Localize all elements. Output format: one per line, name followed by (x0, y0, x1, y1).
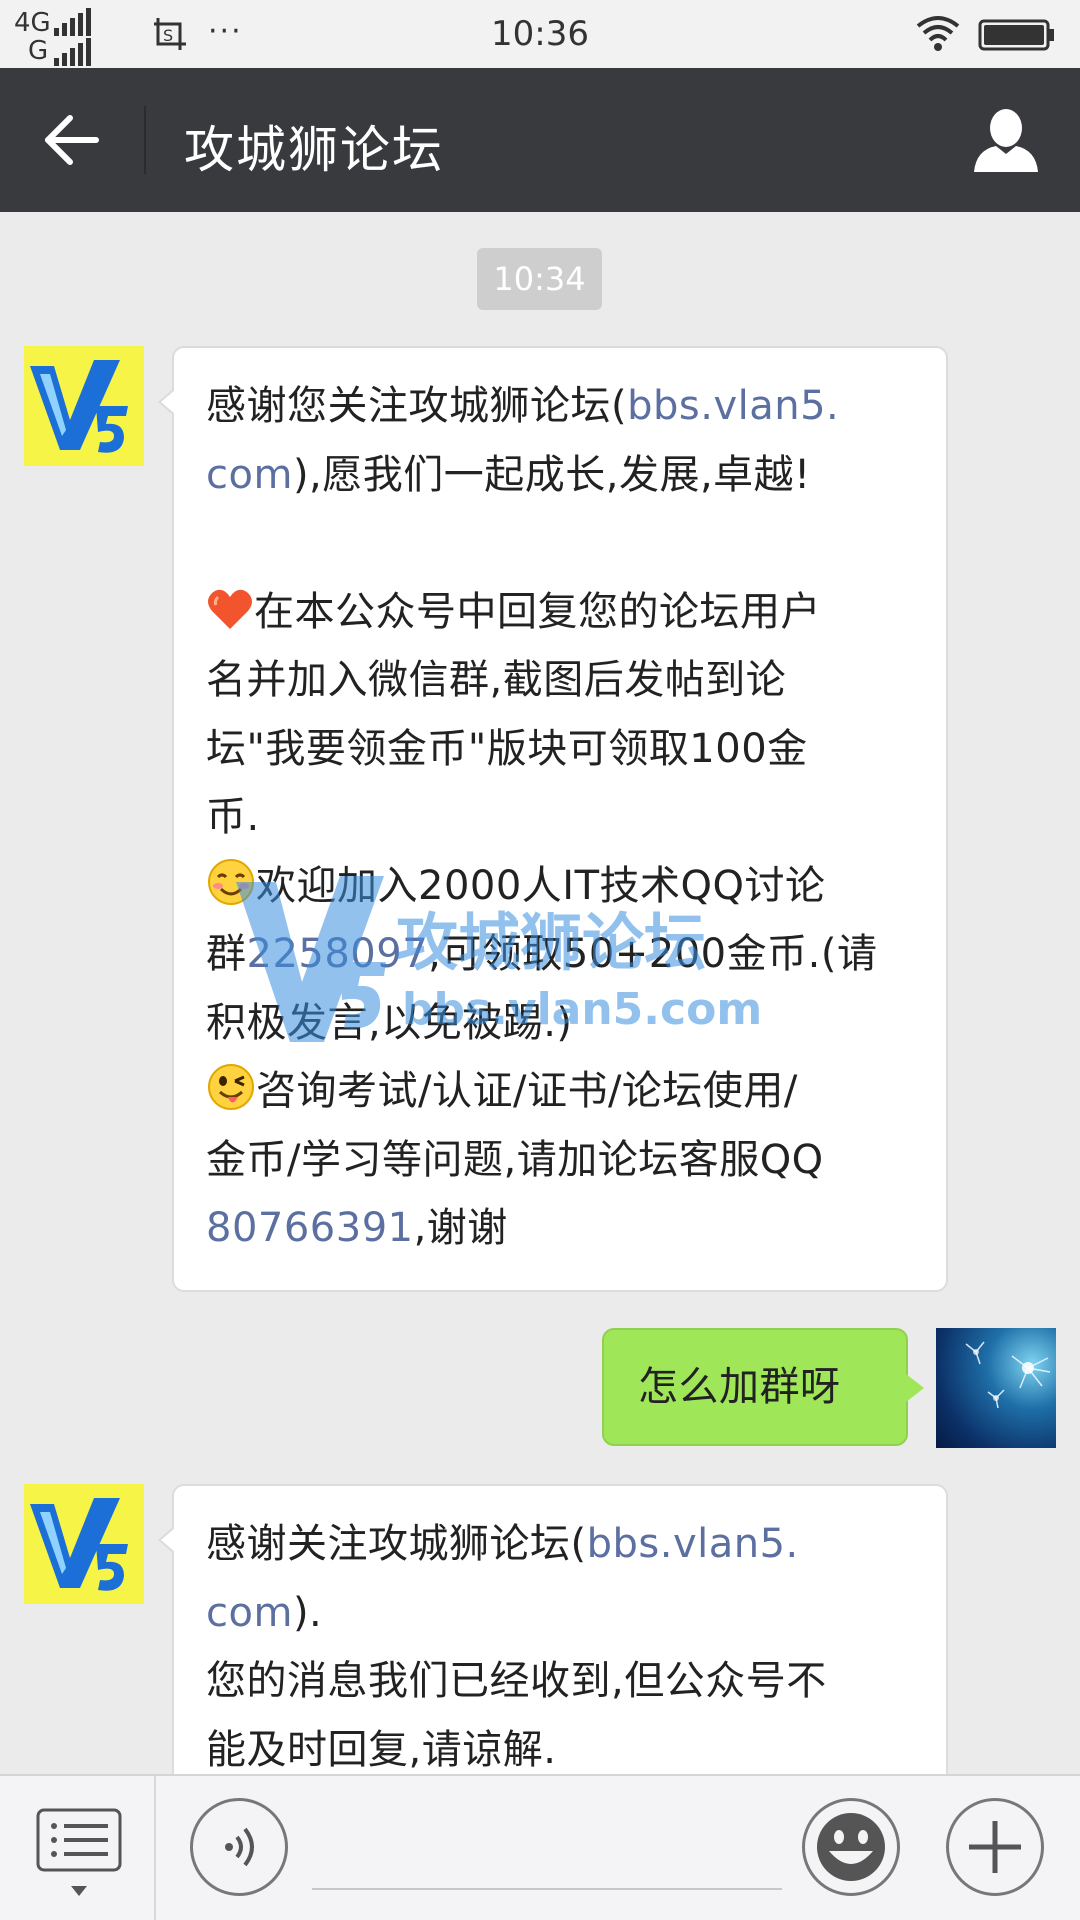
message-line: 欢迎加入2000人IT技术QQ讨论 (206, 852, 916, 921)
dandelion-avatar-icon (965, 1341, 1051, 1409)
message-text: 群 (206, 931, 247, 977)
message-line: 在本公众号中回复您的论坛用户 (206, 578, 916, 647)
message-line: 币. (206, 783, 916, 852)
person-icon (974, 109, 1038, 172)
winking-tongue-emoji-icon (208, 1064, 254, 1110)
wifi-icon (916, 16, 960, 51)
message-bubble-1[interactable]: 感谢您关注攻城狮论坛(bbs.vlan5. com),愿我们一起成长,发展,卓越… (158, 346, 948, 1292)
message-text: 名并加入微信群,截图后发帖到论 (206, 657, 787, 703)
forum-link[interactable]: bbs.vlan5. (587, 1521, 799, 1567)
message-text: ),愿我们一起成长,发展,卓越! (292, 451, 811, 498)
message-text: 积极发言,以免被踢.) (206, 999, 573, 1046)
message-line: 80766391,谢谢 (206, 1194, 916, 1263)
forum-link-continued[interactable]: com (206, 1590, 293, 1636)
message-line: 能及时回复,请谅解. (206, 1716, 916, 1775)
my-avatar[interactable] (936, 1328, 1056, 1448)
official-account-avatar[interactable] (24, 346, 144, 466)
message-line: 坛"我要领金币"版块可领取100金 (206, 715, 916, 784)
message-line: 您的消息我们已经收到,但公众号不 (206, 1647, 916, 1716)
forum-link[interactable]: bbs.vlan5. (627, 383, 839, 429)
heart-emoji-icon (208, 589, 252, 629)
app-header: 攻城狮论坛 (0, 68, 1080, 212)
page-title: 攻城狮论坛 (184, 121, 444, 179)
message-text: 您的消息我们已经收到,但公众号不 (206, 1658, 827, 1704)
qq-group-number-link[interactable]: 2258097 (247, 931, 429, 977)
message-text: 咨询考试/认证/证书/论坛使用/ (256, 1068, 798, 1114)
message-text: 感谢您关注攻城狮论坛( (206, 383, 628, 429)
message-line: 群2258097,可领取50+200金币.(请 (206, 920, 916, 989)
message-bubble-outgoing[interactable]: 怎么加群呀 (602, 1328, 924, 1446)
forum-link-continued[interactable]: com (206, 452, 293, 498)
message-line: 金币/学习等问题,请加论坛客服QQ (206, 1126, 916, 1195)
message-line: 感谢关注攻城狮论坛(bbs.vlan5. (206, 1510, 916, 1579)
arrow-left-icon (45, 115, 99, 165)
message-text: 坛"我要领金币"版块可领取100金 (206, 725, 808, 772)
smiley-icon (817, 1813, 885, 1881)
chat-area[interactable]: 10:34 感谢您关注攻城狮论坛(bbs.vlan5. com),愿我们一起成长… (0, 212, 1080, 1774)
plus-icon (969, 1821, 1021, 1873)
message-line: com). (206, 1579, 916, 1648)
message-text: ,可领取50+200金币.(请 (428, 931, 878, 977)
back-button[interactable] (36, 110, 106, 170)
message-line: com),愿我们一起成长,发展,卓越! (206, 441, 916, 510)
message-line: 名并加入微信群,截图后发帖到论 (206, 646, 916, 715)
header-divider (144, 106, 146, 174)
voice-icon (225, 1827, 254, 1867)
blushing-smile-emoji-icon (208, 858, 254, 905)
message-line: 咨询考试/认证/证书/论坛使用/ (206, 1057, 916, 1126)
timestamp-badge: 10:34 (477, 248, 602, 310)
v5-logo-icon (24, 1484, 144, 1604)
menu-list-icon (36, 1808, 122, 1896)
message-line: 感谢您关注攻城狮论坛(bbs.vlan5. (206, 372, 916, 441)
official-account-avatar[interactable] (24, 1484, 144, 1604)
message-text: 感谢关注攻城狮论坛( (206, 1521, 587, 1567)
message-line: 积极发言,以免被踢.) (206, 989, 916, 1058)
emoji-button[interactable] (802, 1798, 900, 1896)
profile-button[interactable] (970, 104, 1042, 176)
battery-icon (978, 19, 1054, 51)
message-text: 币. (206, 794, 260, 840)
message-text: 能及时回复,请谅解. (206, 1726, 557, 1773)
qq-number-link[interactable]: 80766391 (206, 1205, 414, 1251)
message-text: 在本公众号中回复您的论坛用户 (254, 588, 821, 635)
message-text: ). (292, 1589, 323, 1636)
status-bar: 4G G S ··· 10:36 (0, 0, 1080, 68)
message-bubble-3[interactable]: 感谢关注攻城狮论坛(bbs.vlan5. com). 您的消息我们已经收到,但公… (158, 1484, 948, 1775)
bar-divider (154, 1776, 156, 1920)
message-text: 怎么加群呀 (638, 1364, 841, 1410)
voice-button[interactable] (190, 1798, 288, 1896)
message-text: 欢迎加入2000人IT技术QQ讨论 (256, 862, 826, 909)
message-text: ,谢谢 (413, 1205, 508, 1251)
input-bar (0, 1774, 1080, 1920)
message-text: 金币/学习等问题,请加论坛客服QQ (206, 1136, 824, 1183)
v5-logo-icon (24, 346, 144, 466)
menu-toggle-button[interactable] (36, 1808, 122, 1904)
message-input[interactable] (312, 1800, 782, 1890)
plus-button[interactable] (946, 1798, 1044, 1896)
